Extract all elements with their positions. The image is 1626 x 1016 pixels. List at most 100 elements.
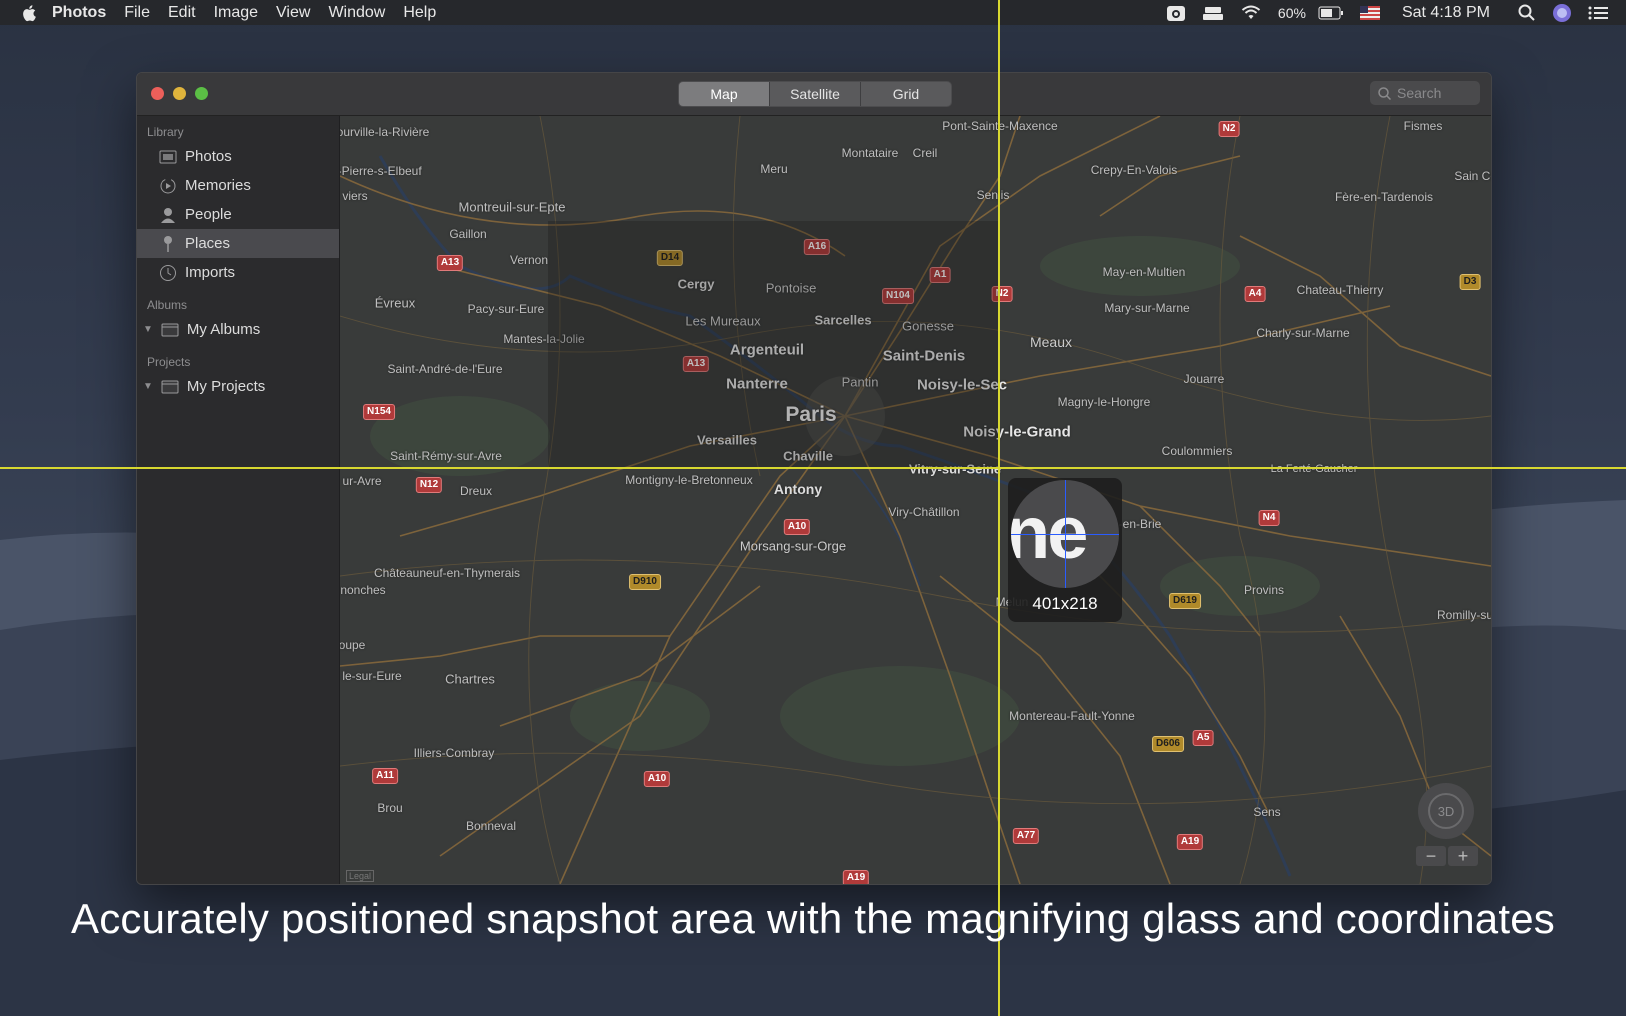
notification-center-icon[interactable] <box>1588 5 1608 21</box>
folder-icon <box>159 380 181 394</box>
sidebar-item-label: Photos <box>185 148 232 165</box>
road-shield: A11 <box>372 768 398 784</box>
magnifier-crosshair-vertical <box>1065 480 1066 588</box>
menu-bar: Photos File Edit Image View Window Help … <box>0 0 1626 25</box>
tab-map[interactable]: Map <box>679 82 769 106</box>
map-label: Montreuil-sur-Epte <box>458 199 566 215</box>
search-placeholder: Search <box>1397 85 1442 101</box>
road-shield: N12 <box>415 477 443 493</box>
road-shield: N4 <box>1258 510 1280 526</box>
compass-control[interactable]: 3D <box>1418 783 1474 839</box>
compass-3d-label: 3D <box>1428 793 1464 829</box>
people-icon <box>157 206 179 224</box>
map-label: Creil <box>912 146 938 160</box>
sidebar-item-memories[interactable]: Memories <box>137 171 339 200</box>
sidebar-item-label: Places <box>185 235 231 252</box>
drive-icon[interactable] <box>1202 5 1224 21</box>
sidebar-item-label: Imports <box>185 264 236 281</box>
road-shield: N154 <box>363 404 395 420</box>
menu-edit[interactable]: Edit <box>159 4 205 22</box>
crosshair-horizontal-line <box>0 467 1626 469</box>
map-label: Mary-sur-Marne <box>1104 301 1190 315</box>
road-shield: A5 <box>1192 730 1214 746</box>
flag-icon[interactable] <box>1359 5 1380 20</box>
map-label: le-sur-Eure <box>342 669 402 683</box>
map-label: Sain Cou <box>1454 169 1491 183</box>
camera-icon[interactable] <box>1166 4 1186 22</box>
zoom-out-button[interactable]: − <box>1416 846 1446 866</box>
road-shield: A19 <box>842 870 870 884</box>
map-label: Brou <box>377 801 403 815</box>
disclosure-triangle-icon[interactable]: ▼ <box>143 381 153 392</box>
sidebar-item-places[interactable]: Places <box>137 229 339 258</box>
menu-help[interactable]: Help <box>394 4 445 22</box>
map-label-meaux: Meaux <box>1029 334 1073 350</box>
minimize-button[interactable] <box>173 87 186 100</box>
search-field[interactable]: Search <box>1370 81 1480 105</box>
map-label: Évreux <box>374 295 416 311</box>
sidebar-item-people[interactable]: People <box>137 200 339 229</box>
menu-view[interactable]: View <box>267 4 319 22</box>
memories-icon <box>157 177 179 195</box>
menu-image[interactable]: Image <box>205 4 267 22</box>
map-label: Pacy-sur-Eure <box>467 302 545 316</box>
battery-icon[interactable] <box>1318 6 1344 20</box>
app-menu-photos[interactable]: Photos <box>38 4 115 22</box>
tab-satellite[interactable]: Satellite <box>769 82 860 106</box>
road-shield: N2 <box>1218 121 1240 137</box>
map-label-antony: Antony <box>773 481 823 497</box>
menu-file[interactable]: File <box>115 4 159 22</box>
sidebar-item-photos[interactable]: Photos <box>137 142 339 171</box>
title-bar: Map Satellite Grid Search <box>137 73 1491 116</box>
map-label: Tourville-la-Rivière <box>340 125 430 139</box>
coordinates-readout: 401x218 <box>1032 594 1098 613</box>
albums-header: Albums <box>147 298 188 312</box>
siri-icon[interactable] <box>1552 3 1572 23</box>
map-label: Chartres <box>445 671 495 687</box>
sidebar: Library Photos Memories People Places Im… <box>137 116 340 884</box>
close-button[interactable] <box>151 87 164 100</box>
sidebar-item-label: Memories <box>185 177 251 194</box>
promo-caption: Accurately positioned snapshot area with… <box>71 895 1555 942</box>
map-label: ur-Avre <box>342 474 382 488</box>
map-label: Montataire <box>841 146 899 160</box>
wifi-icon[interactable] <box>1240 5 1262 21</box>
menu-window[interactable]: Window <box>319 4 394 22</box>
map-label: Fère-en-Tardenois <box>1334 190 1434 204</box>
map-label: Gaillon <box>449 227 487 241</box>
road-shield: A19 <box>1176 834 1204 850</box>
tab-grid[interactable]: Grid <box>860 82 951 106</box>
zoom-controls: − + <box>1416 846 1480 866</box>
clock-text[interactable]: Sat 4:18 PM <box>1402 4 1490 22</box>
map-label: Montereau-Fault-Yonne <box>1009 709 1135 723</box>
map-label: Jouarre <box>1183 372 1225 386</box>
map-label: Senlis <box>976 188 1010 202</box>
map-label: Chateau-Thierry <box>1296 283 1384 297</box>
map-label: Saint-Rémy-sur-Avre <box>390 449 502 463</box>
map-label: Provins <box>1243 583 1285 597</box>
map-label: Meru <box>760 162 788 176</box>
legal-link[interactable]: Legal <box>346 870 375 882</box>
magnifier-lens: ne <box>1011 480 1119 588</box>
clock-icon <box>157 264 179 282</box>
zoom-button[interactable] <box>195 87 208 100</box>
projects-header: Projects <box>147 355 191 369</box>
map-label: La Ferté-Gaucher <box>1270 463 1358 475</box>
sidebar-item-imports[interactable]: Imports <box>137 258 339 287</box>
sidebar-item-my-projects[interactable]: ▼ My Projects <box>137 372 339 401</box>
pin-icon <box>157 235 179 253</box>
folder-icon <box>159 323 181 337</box>
apple-menu-icon[interactable] <box>22 4 38 22</box>
snapshot-selection-area[interactable] <box>548 221 999 468</box>
library-header: Library <box>147 125 184 139</box>
spotlight-icon[interactable] <box>1518 4 1536 22</box>
map-label: Dreux <box>459 484 493 498</box>
disclosure-triangle-icon[interactable]: ▼ <box>143 324 153 335</box>
map-label: viers <box>342 189 368 203</box>
zoom-in-button[interactable]: + <box>1448 846 1478 866</box>
road-shield: D606 <box>1152 736 1184 752</box>
road-shield: D619 <box>1169 593 1201 609</box>
map-label: nonches <box>340 583 386 597</box>
magnified-text: ne <box>1011 491 1088 574</box>
sidebar-item-my-albums[interactable]: ▼ My Albums <box>137 315 339 344</box>
